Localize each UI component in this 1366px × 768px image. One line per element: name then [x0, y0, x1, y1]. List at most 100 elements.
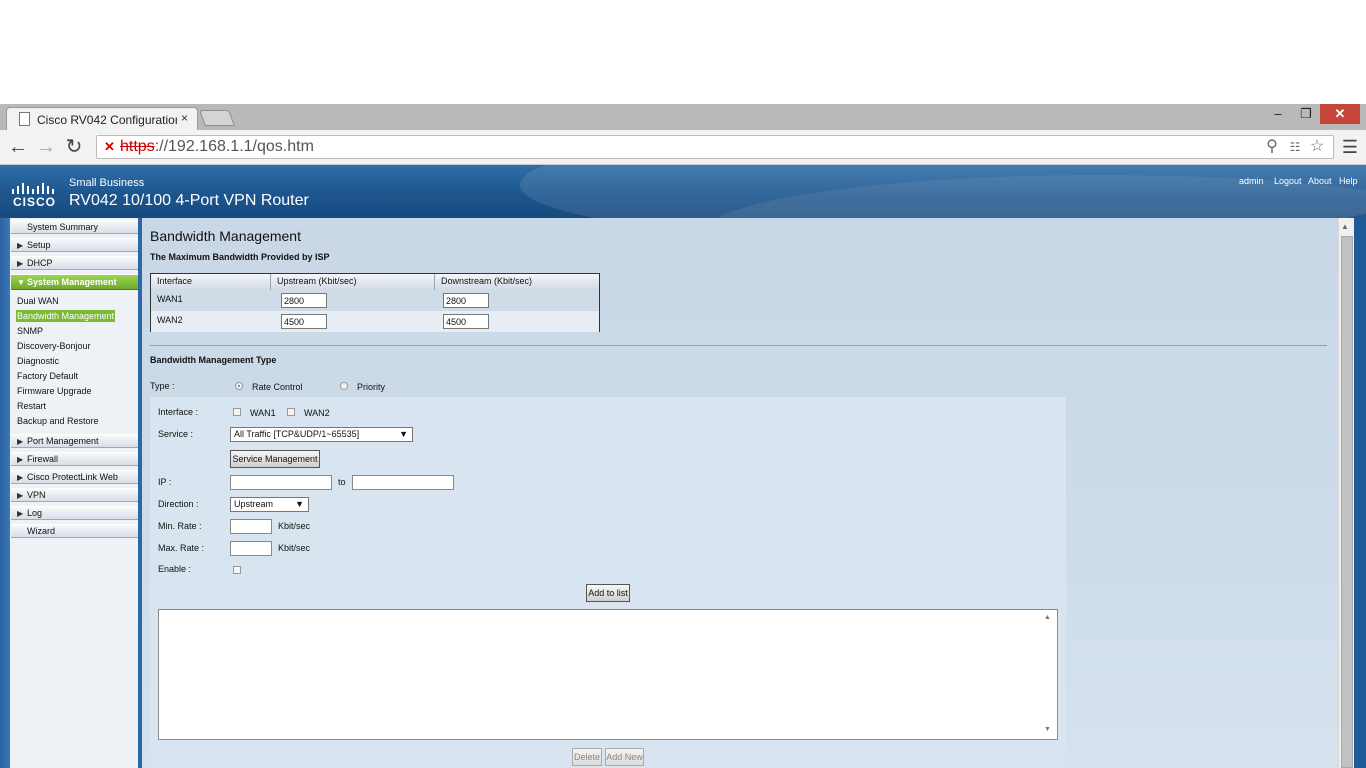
sidebar-item-dhcp[interactable]: ▶ DHCP — [11, 256, 138, 270]
small-business-label: Small Business — [69, 177, 145, 189]
wan1-checkbox[interactable] — [233, 408, 241, 416]
bookmark-star-icon[interactable]: ☆ — [1307, 137, 1327, 157]
ip-start-input[interactable] — [230, 475, 332, 490]
service-management-button[interactable]: Service Management — [230, 450, 320, 468]
max-rate-input[interactable] — [230, 541, 272, 556]
ip-to-label: to — [338, 477, 346, 487]
sidebar-item-system-summary[interactable]: System Summary — [11, 220, 138, 234]
service-label: Service : — [158, 429, 194, 439]
url-text[interactable]: https://192.168.1.1/qos.htm — [120, 138, 314, 156]
list-scroll-up-icon[interactable]: ▲ — [1044, 614, 1051, 621]
max-rate-unit: Kbit/sec — [278, 543, 311, 553]
url-path: ://192.168.1.1/qos.htm — [154, 138, 314, 155]
new-tab-button[interactable] — [199, 110, 235, 126]
close-window-icon[interactable]: ✕ — [1320, 104, 1360, 124]
wan2-downstream-input[interactable] — [443, 314, 489, 329]
chevron-right-icon: ▶ — [17, 473, 24, 482]
direction-select[interactable]: Upstream ▼ — [230, 497, 309, 512]
sidebar-item-protectlink-web[interactable]: ▶ Cisco ProtectLink Web — [11, 470, 138, 484]
column-header-interface: Interface — [151, 274, 271, 290]
priority-radio[interactable] — [340, 382, 348, 390]
cisco-wordmark: CISCO — [13, 195, 57, 209]
sidebar-item-label: System Summary — [27, 222, 99, 232]
subnav-backup-and-restore[interactable]: Backup and Restore — [17, 415, 99, 427]
chevron-right-icon: ▶ — [17, 241, 24, 250]
delete-button[interactable]: Delete — [572, 748, 602, 766]
minimize-icon[interactable]: ‒ — [1264, 104, 1292, 124]
min-rate-input[interactable] — [230, 519, 272, 534]
subnav-bandwidth-management[interactable]: Bandwidth Management — [16, 310, 116, 322]
subnav-snmp[interactable]: SNMP — [17, 325, 43, 337]
wan2-upstream-input[interactable] — [281, 314, 327, 329]
url-scheme: https — [120, 138, 155, 155]
add-to-list-button[interactable]: Add to list — [586, 584, 630, 602]
table-row: WAN2 — [151, 311, 599, 332]
back-arrow-icon[interactable]: ← — [6, 135, 30, 159]
wan1-checkbox-label: WAN1 — [250, 408, 276, 418]
wan1-downstream-input[interactable] — [443, 293, 489, 308]
sidebar-item-port-management[interactable]: ▶ Port Management — [11, 434, 138, 448]
list-scroll-down-icon[interactable]: ▼ — [1044, 726, 1051, 733]
tab-title: Cisco RV042 Configuration — [37, 113, 177, 127]
browser-menu-icon[interactable]: ☰ — [1340, 137, 1360, 157]
sidebar-item-label: Wizard — [27, 526, 56, 536]
help-link[interactable]: Help — [1339, 176, 1358, 186]
subnav-firmware-upgrade[interactable]: Firmware Upgrade — [17, 385, 92, 397]
sidebar-item-label: DHCP — [27, 258, 53, 268]
zoom-icon[interactable]: ⚲ — [1262, 137, 1282, 157]
sidebar-item-vpn[interactable]: ▶ VPN — [11, 488, 138, 502]
chevron-right-icon: ▶ — [17, 491, 24, 500]
product-title: RV042 10/100 4-Port VPN Router — [69, 192, 309, 209]
bandwidth-type-heading: Bandwidth Management Type — [150, 355, 277, 365]
table-row: WAN1 — [151, 290, 599, 311]
ip-end-input[interactable] — [352, 475, 454, 490]
subnav-factory-default[interactable]: Factory Default — [17, 370, 78, 382]
chevron-right-icon: ▶ — [17, 509, 24, 518]
rule-list-box[interactable] — [158, 609, 1058, 740]
isp-bandwidth-heading: The Maximum Bandwidth Provided by ISP — [150, 252, 330, 262]
page-icon — [19, 112, 30, 126]
browser-tab[interactable]: Cisco RV042 Configuration × — [6, 107, 198, 131]
admin-link[interactable]: admin — [1239, 176, 1264, 186]
min-rate-label: Min. Rate : — [158, 521, 202, 531]
rate-control-label: Rate Control — [252, 382, 303, 392]
add-new-button[interactable]: Add New — [605, 748, 644, 766]
enable-label: Enable : — [158, 564, 192, 574]
subnav-restart[interactable]: Restart — [17, 400, 46, 412]
tab-close-icon[interactable]: × — [181, 111, 188, 125]
sidebar-item-label: Firewall — [27, 454, 59, 464]
interface-cell: WAN1 — [157, 294, 183, 304]
maximize-icon[interactable]: ❐ — [1292, 104, 1320, 124]
page-edge — [1354, 218, 1366, 768]
sidebar-item-wizard[interactable]: Wizard — [11, 524, 138, 538]
priority-label: Priority — [357, 382, 386, 392]
min-rate-unit: Kbit/sec — [278, 521, 311, 531]
logout-link[interactable]: Logout — [1274, 176, 1302, 186]
sidebar-item-log[interactable]: ▶ Log — [11, 506, 138, 520]
sidebar-item-label: System Management — [27, 277, 117, 287]
chevron-down-icon: ▼ — [17, 278, 25, 287]
insecure-lock-icon[interactable]: ✕ — [104, 139, 118, 155]
about-link[interactable]: About — [1308, 176, 1332, 186]
translate-icon[interactable]: ☷ — [1285, 137, 1305, 157]
service-select[interactable]: All Traffic [TCP&UDP/1~65535] ▼ — [230, 427, 413, 442]
sidebar-item-firewall[interactable]: ▶ Firewall — [11, 452, 138, 466]
chevron-right-icon: ▶ — [17, 437, 24, 446]
chevron-right-icon: ▶ — [17, 455, 24, 464]
subnav-discovery-bonjour[interactable]: Discovery-Bonjour — [17, 340, 91, 352]
max-rate-label: Max. Rate : — [158, 543, 205, 553]
column-header-upstream: Upstream (Kbit/sec) — [271, 274, 435, 290]
scrollbar-thumb[interactable] — [1341, 236, 1353, 768]
subnav-diagnostic[interactable]: Diagnostic — [17, 355, 59, 367]
wan1-upstream-input[interactable] — [281, 293, 327, 308]
scroll-up-arrow-icon[interactable]: ▲ — [1341, 222, 1349, 231]
sidebar-item-system-management[interactable]: ▼ System Management — [11, 274, 138, 290]
sidebar-item-setup[interactable]: ▶ Setup — [11, 238, 138, 252]
forward-arrow-icon[interactable]: → — [34, 135, 58, 159]
enable-checkbox[interactable] — [233, 566, 241, 574]
subnav-dual-wan[interactable]: Dual WAN — [17, 295, 59, 307]
reload-icon[interactable]: ↻ — [62, 135, 86, 159]
wan2-checkbox[interactable] — [287, 408, 295, 416]
column-header-downstream: Downstream (Kbit/sec) — [435, 274, 599, 290]
rate-control-radio[interactable] — [235, 382, 243, 390]
